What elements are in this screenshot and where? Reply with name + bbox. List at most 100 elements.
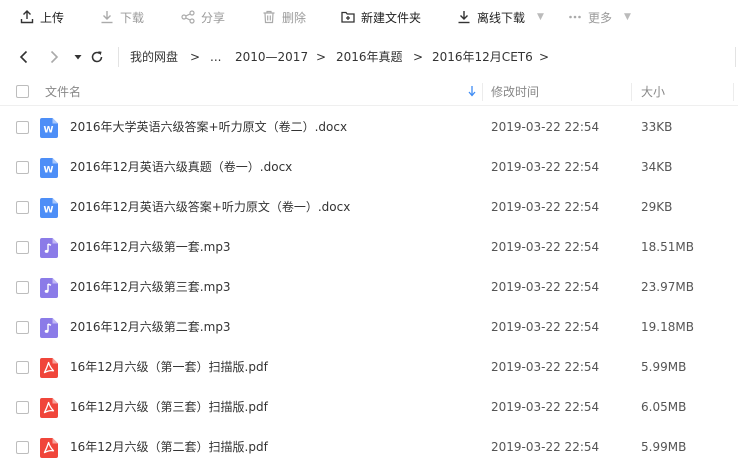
caret-down-icon: ▼ [624,12,631,22]
breadcrumb-current[interactable]: 2016年12月CET6 [432,49,533,65]
new-folder-label: 新建文件夹 [361,10,422,25]
file-name[interactable]: 16年12月六级（第二套）扫描版.pdf [70,439,268,455]
share-label: 分享 [201,10,226,25]
file-name[interactable]: 2016年12月六级第一套.mp3 [70,239,231,255]
file-name[interactable]: 2016年12月英语六级答案+听力原文（卷一）.docx [70,199,350,215]
forward-arrow-icon[interactable] [46,49,62,65]
history-dropdown-icon[interactable] [70,49,86,65]
row-checkbox[interactable] [16,161,29,174]
file-name[interactable]: 16年12月六级（第一套）扫描版.pdf [70,359,268,375]
file-modified-time: 2019-03-22 22:54 [491,400,600,414]
row-checkbox[interactable] [16,401,29,414]
share-icon [181,10,195,24]
file-row[interactable]: W 2016年12月英语六级答案+听力原文（卷一）.docx 2019-03-22 … [0,187,738,227]
caret-down-icon: ▼ [537,12,544,22]
refresh-icon[interactable] [89,49,105,65]
breadcrumb-separator: > [316,50,327,64]
svg-text:W: W [44,166,54,176]
offline-download-button[interactable]: 离线下载 ▼ [457,0,544,34]
file-name[interactable]: 2016年12月六级第二套.mp3 [70,319,231,335]
download-label: 下载 [120,10,145,25]
file-size: 6.05MB [641,400,687,414]
trash-icon [262,10,276,24]
row-checkbox[interactable] [16,121,29,134]
word-icon: W [40,118,58,138]
file-modified-time: 2019-03-22 22:54 [491,240,600,254]
file-size: 33KB [641,120,673,134]
breadcrumb-item[interactable]: 2016年真题 [336,49,403,65]
nav-divider [118,47,119,67]
file-row[interactable]: 16年12月六级（第二套）扫描版.pdf 2019-03-22 22:54 5.99… [0,427,738,467]
file-modified-time: 2019-03-22 22:54 [491,360,600,374]
share-button[interactable]: 分享 [181,0,225,34]
nav-divider [735,47,736,67]
word-icon: W [40,158,58,178]
file-list-header: 文件名 修改时间 大小 [0,77,738,106]
more-icon [568,10,582,24]
pdf-icon [40,358,58,378]
breadcrumb-separator: > [190,50,201,64]
more-button[interactable]: 更多 ▼ [568,0,631,34]
breadcrumb-ellipsis[interactable]: ... [210,49,221,65]
file-modified-time: 2019-03-22 22:54 [491,120,600,134]
file-modified-time: 2019-03-22 22:54 [491,280,600,294]
word-icon: W [40,198,58,218]
file-row[interactable]: 2016年12月六级第三套.mp3 2019-03-22 22:54 23.97MB [0,267,738,307]
offline-download-label: 离线下载 [477,10,526,25]
file-row[interactable]: 2016年12月六级第二套.mp3 2019-03-22 22:54 19.18MB [0,307,738,347]
row-checkbox[interactable] [16,201,29,214]
file-row[interactable]: W 2016年大学英语六级答案+听力原文（卷二）.docx 2019-03-22 2… [0,107,738,147]
navigation-bar: 我的网盘 > ... 2010—2017 > 2016年真题 > 2016年12… [0,40,738,74]
upload-button[interactable]: 上传 [20,0,64,34]
row-checkbox[interactable] [16,321,29,334]
column-divider[interactable] [482,83,483,101]
breadcrumb-item[interactable]: 2010—2017 [235,49,308,65]
file-size: 18.51MB [641,240,694,254]
svg-text:W: W [44,206,54,216]
file-name[interactable]: 2016年12月六级第三套.mp3 [70,279,231,295]
delete-label: 删除 [282,10,307,25]
select-all-checkbox[interactable] [16,85,29,98]
new-folder-icon [341,10,355,24]
file-name[interactable]: 2016年12月英语六级真题（卷一）.docx [70,159,292,175]
column-header-name[interactable]: 文件名 [45,84,81,100]
file-size: 19.18MB [641,320,694,334]
svg-text:W: W [44,126,54,136]
file-modified-time: 2019-03-22 22:54 [491,440,600,454]
sort-arrow-icon[interactable] [467,85,477,97]
upload-icon [20,10,34,24]
pdf-icon [40,398,58,418]
row-checkbox[interactable] [16,241,29,254]
audio-icon [40,278,58,298]
file-row[interactable]: W 2016年12月英语六级真题（卷一）.docx 2019-03-22 22:54… [0,147,738,187]
pdf-icon [40,438,58,458]
back-arrow-icon[interactable] [16,49,32,65]
audio-icon [40,318,58,338]
file-name[interactable]: 2016年大学英语六级答案+听力原文（卷二）.docx [70,119,347,135]
row-checkbox[interactable] [16,441,29,454]
file-size: 29KB [641,200,673,214]
file-size: 5.99MB [641,440,687,454]
file-name[interactable]: 16年12月六级（第三套）扫描版.pdf [70,399,268,415]
breadcrumb-root[interactable]: 我的网盘 [130,49,178,65]
file-row[interactable]: 16年12月六级（第三套）扫描版.pdf 2019-03-22 22:54 6.05… [0,387,738,427]
more-label: 更多 [588,10,613,25]
row-checkbox[interactable] [16,281,29,294]
row-checkbox[interactable] [16,361,29,374]
file-row[interactable]: 2016年12月六级第一套.mp3 2019-03-22 22:54 18.51MB [0,227,738,267]
column-header-size[interactable]: 大小 [641,84,665,100]
column-divider[interactable] [631,83,632,101]
file-size: 5.99MB [641,360,687,374]
file-modified-time: 2019-03-22 22:54 [491,160,600,174]
file-size: 34KB [641,160,673,174]
column-header-modified[interactable]: 修改时间 [491,84,539,100]
file-row[interactable]: 16年12月六级（第一套）扫描版.pdf 2019-03-22 22:54 5.99… [0,347,738,387]
column-divider[interactable] [733,83,734,101]
new-folder-button[interactable]: 新建文件夹 [341,0,421,34]
audio-icon [40,238,58,258]
delete-button[interactable]: 删除 [262,0,306,34]
file-modified-time: 2019-03-22 22:54 [491,200,600,214]
download-button[interactable]: 下载 [100,0,144,34]
upload-label: 上传 [40,10,65,25]
download-icon [457,10,471,24]
